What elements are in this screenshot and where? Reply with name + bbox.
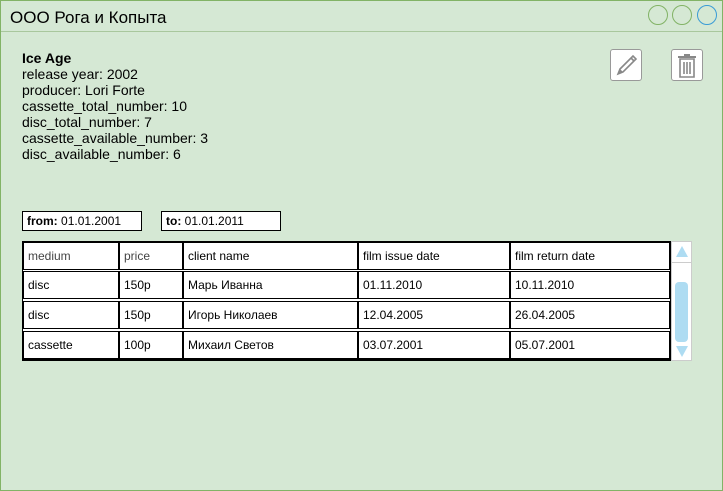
release-year: release year: 2002 (22, 66, 138, 82)
cassette-available-number: cassette_available_number: 3 (22, 130, 209, 146)
cell-return-date: 05.07.2001 (510, 331, 670, 359)
cell-issue-date: 12.04.2005 (358, 301, 510, 329)
table-row[interactable]: disc 150р Игорь Николаев 12.04.2005 26.0… (23, 301, 670, 331)
producer: producer: Lori Forte (22, 82, 145, 98)
window-title: ООО Рога и Копыта (10, 8, 167, 27)
film-info: Ice Age release year: 2002 producer: Lor… (22, 50, 208, 162)
cell-client-name: Марь Иванна (183, 271, 358, 299)
cell-client-name: Игорь Николаев (183, 301, 358, 329)
cell-client-name: Михаил Светов (183, 331, 358, 359)
from-value: 01.01.2001 (61, 214, 122, 228)
cassette-total-number: cassette_total_number: 10 (22, 98, 187, 114)
rentals-table: medium price client name film issue date… (22, 241, 671, 361)
cell-medium: disc (23, 271, 119, 299)
minimize-button[interactable] (648, 5, 668, 25)
pencil-icon (616, 54, 638, 76)
column-header-client-name[interactable]: client name (183, 242, 358, 270)
trash-icon (678, 54, 696, 78)
delete-button[interactable] (671, 49, 703, 81)
column-header-price[interactable]: price (119, 242, 183, 270)
cell-return-date: 26.04.2005 (510, 301, 670, 329)
cell-return-date: 10.11.2010 (510, 271, 670, 299)
disc-total-number: disc_total_number: 7 (22, 114, 152, 130)
cell-price: 100р (119, 331, 183, 359)
cell-price: 150р (119, 271, 183, 299)
scroll-down-arrow-icon[interactable] (676, 346, 688, 357)
column-header-issue-date[interactable]: film issue date (358, 242, 510, 270)
scroll-up-arrow-icon[interactable] (676, 246, 688, 257)
column-header-medium[interactable]: medium (23, 242, 119, 270)
table-scrollbar[interactable] (671, 241, 692, 361)
cell-issue-date: 01.11.2010 (358, 271, 510, 299)
from-date-field[interactable]: from: 01.01.2001 (22, 211, 142, 231)
scroll-thumb[interactable] (675, 282, 688, 342)
app-window: ООО Рога и Копыта Ice Age release year: … (0, 0, 723, 491)
edit-button[interactable] (610, 49, 642, 81)
title-bar: ООО Рога и Копыта (1, 1, 722, 32)
table-row[interactable]: cassette 100р Михаил Светов 03.07.2001 0… (23, 331, 670, 361)
cell-price: 150р (119, 301, 183, 329)
scrollbar-divider (672, 262, 691, 263)
to-date-field[interactable]: to: 01.01.2011 (161, 211, 281, 231)
to-value: 01.01.2011 (184, 214, 244, 228)
column-header-return-date[interactable]: film return date (510, 242, 670, 270)
cell-medium: cassette (23, 331, 119, 359)
table-row[interactable]: disc 150р Марь Иванна 01.11.2010 10.11.2… (23, 271, 670, 301)
cell-issue-date: 03.07.2001 (358, 331, 510, 359)
disc-available-number: disc_available_number: 6 (22, 146, 181, 162)
cell-medium: disc (23, 301, 119, 329)
maximize-button[interactable] (672, 5, 692, 25)
from-label: from: (27, 214, 58, 228)
table-header: medium price client name film issue date… (23, 242, 670, 272)
to-label: to: (166, 214, 182, 228)
film-title: Ice Age (22, 50, 72, 66)
close-button[interactable] (697, 5, 717, 25)
